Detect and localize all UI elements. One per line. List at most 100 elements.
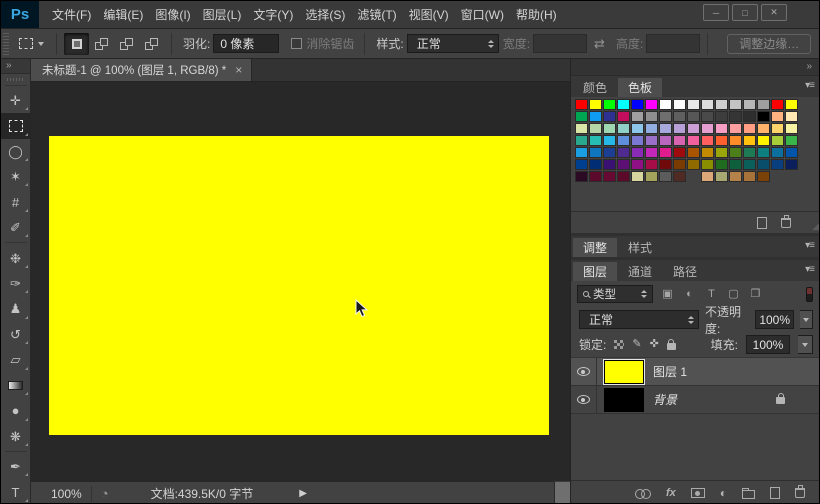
color-swatch[interactable] xyxy=(729,171,742,182)
filter-type-layers-icon[interactable]: T xyxy=(704,288,719,300)
new-group-icon[interactable] xyxy=(742,487,755,499)
layer-row[interactable]: 背景 xyxy=(571,386,819,414)
color-swatch[interactable] xyxy=(785,123,798,134)
color-swatch[interactable] xyxy=(673,99,686,110)
color-swatch[interactable] xyxy=(771,99,784,110)
color-swatch[interactable] xyxy=(729,135,742,146)
eraser-tool[interactable]: ▱ xyxy=(1,347,31,372)
color-swatch[interactable] xyxy=(603,171,616,182)
panel-menu-icon[interactable]: ▾≡ xyxy=(805,240,815,251)
layer-visibility-cell[interactable] xyxy=(571,386,597,413)
layer-filter-toggle[interactable] xyxy=(806,286,813,302)
eye-icon[interactable] xyxy=(577,395,590,404)
menubar-item[interactable]: 滤镜(T) xyxy=(357,6,396,23)
minimize-button[interactable]: ─ xyxy=(703,4,729,21)
color-swatch[interactable] xyxy=(631,135,644,146)
panel-resize-grip-icon[interactable]: ◢ xyxy=(812,222,819,231)
magic-wand-tool[interactable]: ✶ xyxy=(1,164,31,189)
color-swatch[interactable] xyxy=(715,147,728,158)
adjustments-tab[interactable]: 调整 xyxy=(573,238,618,257)
color-swatch[interactable] xyxy=(729,159,742,170)
menubar-item[interactable]: 视图(V) xyxy=(409,6,449,23)
width-input[interactable] xyxy=(533,34,588,53)
blur-tool[interactable]: ● xyxy=(1,398,31,423)
lock-paint-icon[interactable]: ✎ xyxy=(632,339,641,350)
color-swatch[interactable] xyxy=(659,147,672,158)
menubar-item[interactable]: 帮助(H) xyxy=(516,6,557,23)
zoom-level[interactable]: 100% xyxy=(51,487,82,501)
layers-tab[interactable]: 通道 xyxy=(618,262,662,281)
crop-tool[interactable]: # xyxy=(1,189,31,214)
color-swatch[interactable] xyxy=(771,159,784,170)
color-swatch[interactable] xyxy=(771,135,784,146)
color-swatch[interactable] xyxy=(715,135,728,146)
eyedropper-tool[interactable]: ✐ xyxy=(1,215,31,240)
delete-layer-icon[interactable] xyxy=(795,485,805,498)
rectangular-marquee-tool[interactable] xyxy=(1,113,31,139)
color-swatch[interactable] xyxy=(687,99,700,110)
color-swatch[interactable] xyxy=(757,99,770,110)
color-swatch[interactable] xyxy=(729,147,742,158)
status-clock-icon[interactable]: ◔ xyxy=(101,487,109,500)
color-swatch[interactable] xyxy=(729,123,742,134)
color-swatch[interactable] xyxy=(729,111,742,122)
color-swatch[interactable] xyxy=(673,111,686,122)
new-swatch-icon[interactable] xyxy=(757,216,767,229)
color-swatch[interactable] xyxy=(701,99,714,110)
tools-grip[interactable] xyxy=(6,77,25,81)
eye-icon[interactable] xyxy=(577,367,590,376)
color-swatch[interactable] xyxy=(771,147,784,158)
color-swatch[interactable] xyxy=(687,123,700,134)
lasso-tool[interactable]: ◯ xyxy=(1,139,31,164)
menubar-item[interactable]: 图层(L) xyxy=(203,6,242,23)
color-swatch[interactable] xyxy=(687,135,700,146)
color-swatch[interactable] xyxy=(785,147,798,158)
color-swatch[interactable] xyxy=(617,159,630,170)
color-swatch[interactable] xyxy=(589,171,602,182)
maximize-button[interactable]: □ xyxy=(732,4,758,21)
color-swatch[interactable] xyxy=(589,147,602,158)
refine-edge-button[interactable]: 调整边缘… xyxy=(727,33,812,54)
color-swatch[interactable] xyxy=(631,171,644,182)
color-swatch[interactable] xyxy=(575,147,588,158)
type-tool[interactable]: T xyxy=(1,479,31,503)
fill-caret-button[interactable] xyxy=(798,335,813,354)
menubar-item[interactable]: 编辑(E) xyxy=(103,6,143,23)
style-dropdown[interactable]: 正常 xyxy=(406,34,499,53)
color-swatch[interactable] xyxy=(631,99,644,110)
menubar-item[interactable]: 文字(Y) xyxy=(253,6,293,23)
new-layer-icon[interactable] xyxy=(770,487,780,499)
color-swatch[interactable] xyxy=(617,147,630,158)
close-button[interactable]: ✕ xyxy=(761,4,787,21)
add-to-selection-button[interactable] xyxy=(89,33,114,55)
color-swatch[interactable] xyxy=(743,99,756,110)
color-swatch[interactable] xyxy=(589,159,602,170)
layer-filter-type-dropdown[interactable]: 类型 xyxy=(577,285,653,303)
filter-smart-objects-icon[interactable]: ❐ xyxy=(748,288,763,300)
color-swatch[interactable] xyxy=(743,171,756,182)
layer-row[interactable]: 图层 1 xyxy=(571,358,819,386)
color-swatch[interactable] xyxy=(575,135,588,146)
color-swatch[interactable] xyxy=(603,123,616,134)
color-swatch[interactable] xyxy=(743,111,756,122)
feather-input[interactable]: 0 像素 xyxy=(213,34,280,53)
color-swatch[interactable] xyxy=(575,171,588,182)
color-swatch[interactable] xyxy=(659,135,672,146)
color-swatch[interactable] xyxy=(645,111,658,122)
lock-all-icon[interactable] xyxy=(666,339,676,350)
color-swatch[interactable] xyxy=(617,99,630,110)
layers-tab[interactable]: 路径 xyxy=(663,262,707,281)
color-swatch[interactable] xyxy=(645,159,658,170)
color-swatch[interactable] xyxy=(589,135,602,146)
color-swatch[interactable] xyxy=(575,111,588,122)
color-swatch[interactable] xyxy=(673,171,686,182)
filter-shape-layers-icon[interactable]: ▢ xyxy=(726,288,741,300)
color-swatch[interactable] xyxy=(659,171,672,182)
color-swatch[interactable] xyxy=(645,147,658,158)
opacity-caret-button[interactable] xyxy=(799,310,813,329)
color-swatch[interactable] xyxy=(673,135,686,146)
color-swatch[interactable] xyxy=(757,171,770,182)
color-swatch[interactable] xyxy=(785,135,798,146)
color-swatch[interactable] xyxy=(645,99,658,110)
color-swatch[interactable] xyxy=(701,171,714,182)
